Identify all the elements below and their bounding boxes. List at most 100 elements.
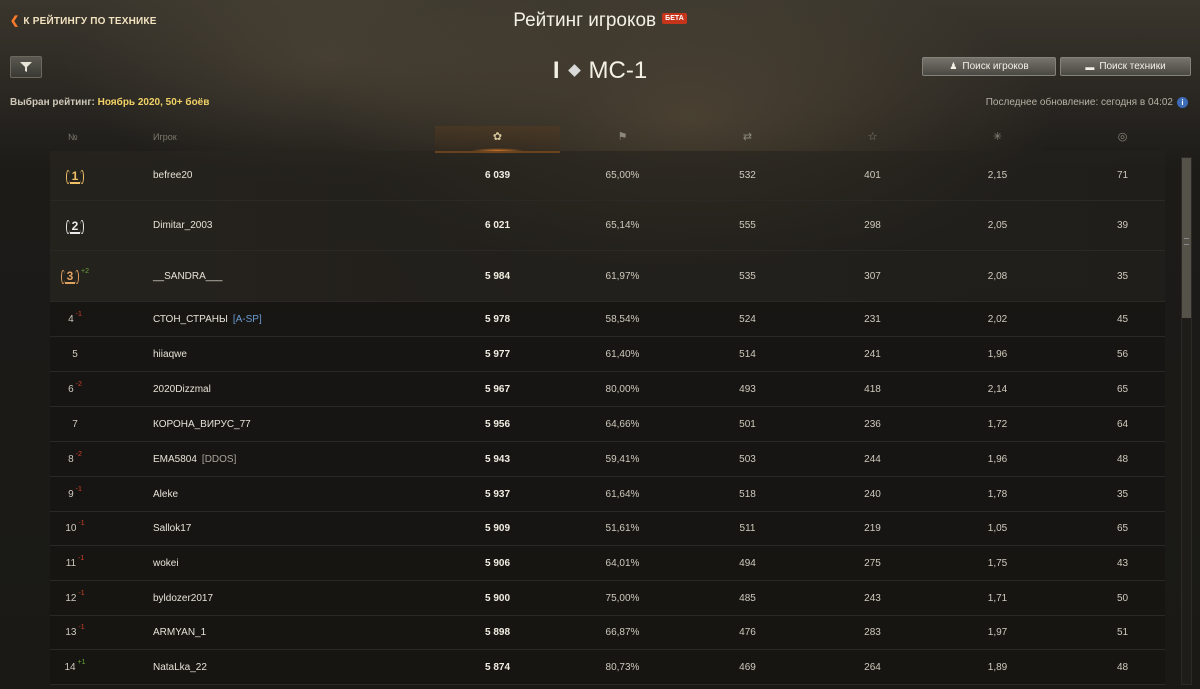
- damage-cell: 476: [739, 627, 756, 638]
- win-rate-cell: 61,40%: [605, 348, 640, 360]
- table-row[interactable]: 8 -2 EMA5804 [DDOS] 5 943 59,41% 503 244 1,96 48: [50, 442, 1165, 477]
- experience-cell: 418: [864, 383, 881, 395]
- rank-change: -2: [75, 380, 82, 388]
- damage-cell: 501: [739, 418, 756, 430]
- rank-number: 12: [65, 592, 77, 604]
- search-players-button[interactable]: ♟ Поиск игроков: [922, 57, 1056, 76]
- player-name[interactable]: Aleke: [153, 489, 178, 500]
- column-spotted[interactable]: ◎: [1060, 126, 1185, 151]
- score-cell: 5 900: [484, 592, 511, 604]
- experience-cell: 264: [864, 661, 881, 673]
- win-rate-cell: 58,54%: [605, 313, 640, 325]
- experience-cell: 275: [864, 557, 881, 569]
- clan-tag[interactable]: [DDOS]: [202, 454, 236, 465]
- spotted-cell: 56: [1116, 348, 1129, 360]
- rank-number: 6: [68, 383, 74, 395]
- player-name[interactable]: byldozer2017: [153, 593, 213, 604]
- player-cell: byldozer2017: [153, 581, 453, 615]
- spotted-cell: 64: [1116, 418, 1129, 430]
- table-row[interactable]: 11 -1 wokei 5 906 64,01% 494 275 1,75 43: [50, 546, 1165, 581]
- table-row[interactable]: 2 Dimitar_2003 6 021 65,14% 555 298 2,05 39: [50, 201, 1165, 251]
- flag-icon: ⚑: [617, 131, 628, 143]
- rank-number: 10: [65, 523, 77, 534]
- column-experience[interactable]: ☆: [810, 126, 935, 151]
- search-vehicles-button[interactable]: ▬ Поиск техники: [1060, 57, 1191, 76]
- table-row[interactable]: 3 +2 __SANDRA___ 5 984 61,97% 535 307 2,08 35: [50, 251, 1165, 302]
- kills-cell: 2,05: [987, 220, 1008, 231]
- player-cell: hiiaqwe: [153, 337, 453, 371]
- spotted-cell: 35: [1116, 270, 1129, 282]
- rank-cell: 11 -1: [50, 546, 100, 580]
- column-player[interactable]: Игрок: [153, 126, 177, 151]
- player-name[interactable]: Sallok17: [153, 523, 191, 534]
- player-name[interactable]: NataLka_22: [153, 662, 207, 673]
- scroll-thumb[interactable]: [1182, 158, 1191, 318]
- info-icon[interactable]: i: [1177, 97, 1188, 108]
- rank-change: +2: [81, 267, 89, 275]
- rank-number: 14: [64, 661, 76, 673]
- table-row[interactable]: 14 +1 NataLka_22 5 874 80,73% 469 264 1,89 48: [50, 650, 1165, 685]
- column-kills[interactable]: ✳: [935, 126, 1060, 151]
- player-name[interactable]: ARMYAN_1: [153, 627, 206, 638]
- player-name[interactable]: СТОН_СТРАНЫ: [153, 314, 228, 325]
- player-cell: ARMYAN_1: [153, 616, 453, 649]
- player-name[interactable]: befree20: [153, 170, 192, 181]
- player-name[interactable]: 2020Dizzmal: [153, 384, 211, 395]
- player-name[interactable]: wokei: [153, 558, 179, 569]
- table-row[interactable]: 12 -1 byldozer2017 5 900 75,00% 485 243 1,71 50: [50, 581, 1165, 616]
- spotted-cell: 35: [1116, 488, 1129, 500]
- kills-cell: 2,14: [987, 383, 1008, 395]
- rank-cell: 8 -2: [50, 442, 100, 476]
- table-row[interactable]: 4 -1 СТОН_СТРАНЫ [A-SP] 5 978 58,54% 524 231 2,0…: [50, 302, 1165, 337]
- player-cell: befree20: [153, 151, 453, 200]
- damage-icon: ⇄: [742, 131, 753, 143]
- damage-cell: 469: [739, 661, 756, 673]
- kills-cell: 1,75: [987, 557, 1008, 569]
- player-name[interactable]: hiiaqwe: [153, 349, 187, 360]
- table-row[interactable]: 1 befree20 6 039 65,00% 532 401 2,15 71: [50, 151, 1165, 201]
- player-cell: Dimitar_2003: [153, 201, 453, 250]
- column-damage[interactable]: ⇄: [685, 126, 810, 151]
- score-cell: 5 984: [484, 270, 511, 282]
- selected-rating-value[interactable]: Ноябрь 2020, 50+ боёв: [98, 97, 210, 108]
- rank-change: -1: [78, 520, 85, 527]
- damage-cell: 485: [739, 592, 756, 604]
- rank-medal-icon: 1: [66, 168, 84, 184]
- rank-change: -2: [75, 450, 82, 458]
- kills-cell: 1,72: [987, 418, 1008, 430]
- rank-change: -1: [78, 624, 85, 631]
- player-cell: 2020Dizzmal: [153, 372, 453, 406]
- rank-medal-icon: 3: [61, 268, 79, 284]
- kills-cell: 1,97: [987, 627, 1008, 638]
- laurel-icon: ✿: [492, 131, 503, 143]
- rank-cell: 5: [50, 337, 100, 371]
- scrollbar[interactable]: [1181, 157, 1192, 685]
- player-name[interactable]: КОРОНА_ВИРУС_77: [153, 419, 251, 430]
- table-row[interactable]: 7 КОРОНА_ВИРУС_77 5 956 64,66% 501 236 1,72 64: [50, 407, 1165, 442]
- player-name[interactable]: __SANDRA___: [153, 271, 222, 282]
- column-rating-score[interactable]: ✿: [435, 126, 560, 151]
- table-row[interactable]: 6 -2 2020Dizzmal 5 967 80,00% 493 418 2,14 65: [50, 372, 1165, 407]
- table-row[interactable]: 5 hiiaqwe 5 977 61,40% 514 241 1,96 56: [50, 337, 1165, 372]
- kills-cell: 2,02: [987, 313, 1008, 325]
- score-cell: 5 906: [484, 557, 511, 569]
- spotted-cell: 51: [1116, 627, 1129, 638]
- rank-number: 5: [72, 348, 78, 360]
- score-cell: 6 039: [484, 170, 511, 181]
- user-icon: ♟: [949, 61, 958, 71]
- table-row[interactable]: 13 -1 ARMYAN_1 5 898 66,87% 476 283 1,97 51: [50, 616, 1165, 650]
- table-row[interactable]: 9 -1 Aleke 5 937 61,64% 518 240 1,78 35: [50, 477, 1165, 512]
- star-icon: ☆: [867, 131, 878, 143]
- damage-cell: 514: [739, 348, 756, 360]
- spotted-icon: ◎: [1117, 131, 1128, 143]
- kills-cell: 1,96: [987, 348, 1008, 360]
- light-tank-icon: [567, 64, 581, 77]
- player-name[interactable]: Dimitar_2003: [153, 220, 212, 231]
- clan-tag[interactable]: [A-SP]: [233, 314, 262, 325]
- table-row[interactable]: 10 -1 Sallok17 5 909 51,61% 511 219 1,05 65: [50, 512, 1165, 546]
- filter-button[interactable]: [10, 56, 42, 78]
- column-win-rate[interactable]: ⚑: [560, 126, 685, 151]
- column-rank: №: [68, 132, 78, 142]
- rank-cell: 6 -2: [50, 372, 100, 406]
- player-name[interactable]: EMA5804: [153, 454, 197, 465]
